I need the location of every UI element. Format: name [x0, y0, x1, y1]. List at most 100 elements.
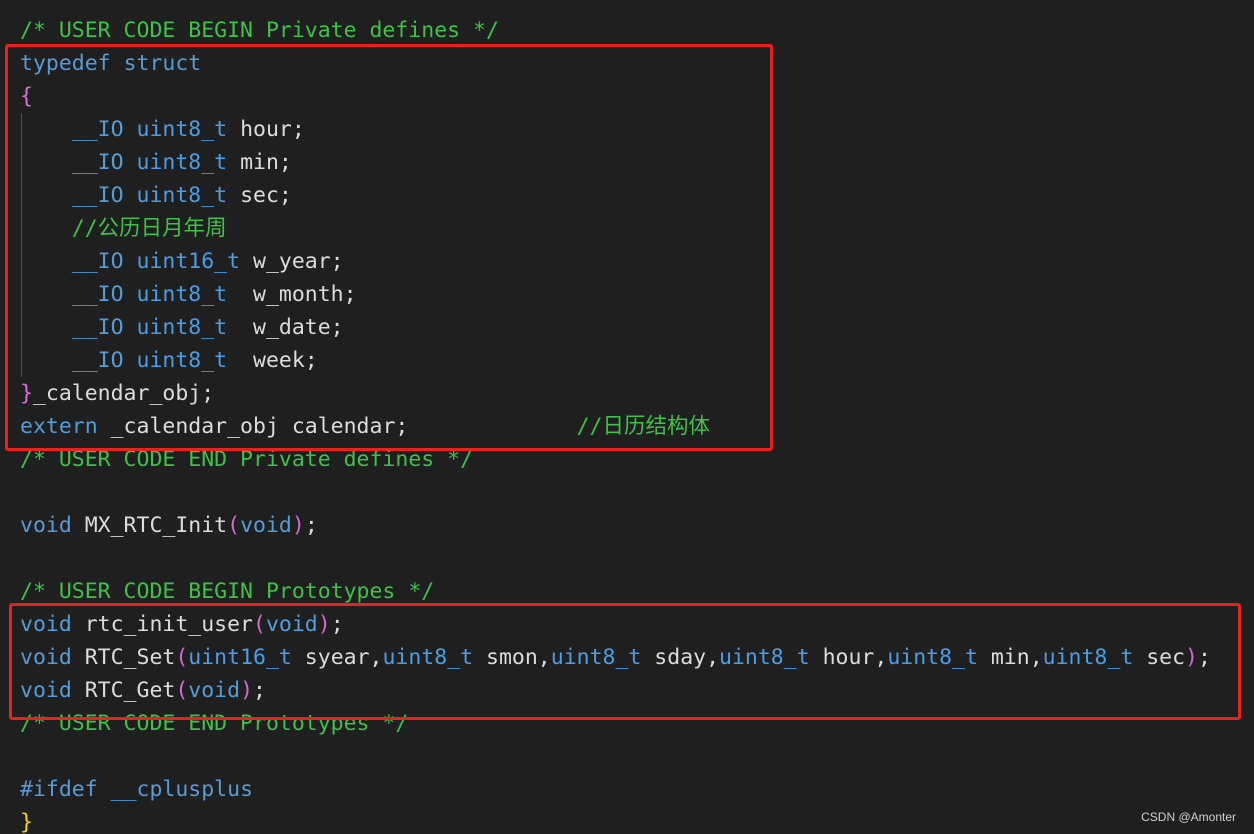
- code-line[interactable]: [20, 476, 1211, 509]
- code-token-plain: _calendar_obj calendar;: [97, 414, 577, 439]
- code-token-plain: ;: [253, 678, 266, 703]
- code-token-paren: (: [227, 513, 241, 538]
- code-token-type: uint8_t: [136, 315, 228, 340]
- code-token-plain: min,: [977, 645, 1043, 670]
- code-line[interactable]: }_calendar_obj;: [20, 377, 1211, 410]
- code-token-paren: ): [317, 612, 331, 637]
- code-line[interactable]: {: [20, 80, 1211, 113]
- code-token-type: uint8_t: [136, 282, 228, 307]
- watermark: CSDN @Amonter: [1141, 810, 1236, 824]
- code-line[interactable]: /* USER CODE BEGIN Private defines */: [20, 14, 1211, 47]
- code-token-keyword: #ifdef: [20, 777, 98, 802]
- code-token-macro: __IO: [71, 282, 124, 307]
- code-token-gold: }: [20, 810, 33, 834]
- code-token-brace: {: [20, 84, 33, 109]
- code-token-plain: sday,: [641, 645, 720, 670]
- code-token-type: uint8_t: [550, 645, 642, 670]
- code-token-macro: __IO: [71, 315, 124, 340]
- code-line[interactable]: __IO uint8_t hour;: [20, 113, 1211, 146]
- code-token-macro: __IO: [71, 183, 124, 208]
- code-editor[interactable]: /* USER CODE BEGIN Private defines */ typ…: [0, 0, 1254, 834]
- code-token-plain: RTC_Set: [71, 645, 176, 670]
- code-token-comment: //公历日月年周: [71, 216, 227, 241]
- code-line[interactable]: void RTC_Get(void);: [20, 674, 1211, 707]
- code-line[interactable]: __IO uint16_t w_year;: [20, 245, 1211, 278]
- code-view[interactable]: /* USER CODE BEGIN Private defines */ typ…: [20, 14, 1211, 834]
- code-token-type: uint8_t: [887, 645, 978, 670]
- code-token-comment: //日历结构体: [576, 414, 710, 439]
- code-line[interactable]: /* USER CODE END Private defines */: [20, 443, 1211, 476]
- code-line[interactable]: /* USER CODE END Prototypes */: [20, 707, 1211, 740]
- code-token-type: uint16_t: [136, 249, 241, 274]
- code-token-plain: smon,: [473, 645, 551, 670]
- code-token-type: uint8_t: [136, 150, 228, 175]
- code-token-paren: ): [1185, 645, 1198, 670]
- code-token-keyword: void: [265, 612, 318, 637]
- code-line[interactable]: #ifdef __cplusplus: [20, 773, 1211, 806]
- code-token-macro: __IO: [71, 348, 124, 373]
- code-token-plain: min;: [227, 150, 292, 175]
- code-token-keyword: typedef: [20, 51, 111, 76]
- code-token-plain: hour;: [227, 117, 305, 142]
- code-token-paren: (: [253, 612, 266, 637]
- code-token-comment: /* USER CODE END Private defines */: [20, 447, 474, 472]
- code-token-paren: ): [240, 678, 254, 703]
- code-token-type: uint8_t: [136, 348, 228, 373]
- code-line[interactable]: __IO uint8_t min;: [20, 146, 1211, 179]
- code-token-keyword: void: [20, 513, 72, 538]
- code-line[interactable]: void MX_RTC_Init(void);: [20, 509, 1211, 542]
- code-token-plain: ;: [304, 513, 318, 538]
- code-token-plain: ;: [330, 612, 344, 637]
- code-token-macro: __IO: [71, 117, 124, 142]
- code-token-paren: (: [175, 645, 189, 670]
- code-line[interactable]: [20, 542, 1211, 575]
- code-token-macro: __IO: [71, 150, 124, 175]
- code-line[interactable]: __IO uint8_t w_month;: [20, 278, 1211, 311]
- code-token-type: uint8_t: [136, 117, 228, 142]
- code-token-type: uint8_t: [136, 183, 228, 208]
- code-line[interactable]: __IO uint8_t sec;: [20, 179, 1211, 212]
- code-token-comment: /* USER CODE BEGIN Private defines */: [20, 18, 499, 43]
- code-token-plain: ;: [1198, 645, 1211, 670]
- code-line[interactable]: //公历日月年周: [20, 212, 1211, 245]
- code-token-type: uint8_t: [719, 645, 810, 670]
- code-token-plain: syear,: [291, 645, 383, 670]
- code-token-comment: /* USER CODE END Prototypes */: [20, 711, 409, 736]
- code-token-plain: w_month;: [227, 282, 357, 307]
- code-token-type: uint8_t: [382, 645, 474, 670]
- code-token-keyword: struct: [123, 51, 202, 76]
- code-line[interactable]: void rtc_init_user(void);: [20, 608, 1211, 641]
- code-token-keyword: void: [20, 645, 72, 670]
- code-line[interactable]: __IO uint8_t week;: [20, 344, 1211, 377]
- code-token-plain: w_year;: [240, 249, 344, 274]
- code-token-plain: rtc_init_user: [71, 612, 253, 637]
- code-line[interactable]: }: [20, 806, 1211, 834]
- code-token-type: uint8_t: [1042, 645, 1134, 670]
- code-token-plain: sec: [1133, 645, 1186, 670]
- code-token-plain: w_date;: [227, 315, 344, 340]
- code-line[interactable]: __IO uint8_t w_date;: [20, 311, 1211, 344]
- code-token-plain: RTC_Get: [71, 678, 176, 703]
- code-token-macro: __IO: [71, 249, 124, 274]
- code-line[interactable]: typedef struct: [20, 47, 1211, 80]
- code-line[interactable]: /* USER CODE BEGIN Prototypes */: [20, 575, 1211, 608]
- code-token-keyword: void: [20, 678, 72, 703]
- code-token-comment: /* USER CODE BEGIN Prototypes */: [20, 579, 435, 604]
- code-line[interactable]: extern _calendar_obj calendar; //日历结构体: [20, 410, 1211, 443]
- code-token-keyword: extern: [20, 414, 98, 439]
- code-line[interactable]: [20, 740, 1211, 773]
- code-line[interactable]: void RTC_Set(uint16_t syear,uint8_t smon…: [20, 641, 1211, 674]
- code-token-plain: MX_RTC_Init: [71, 513, 228, 538]
